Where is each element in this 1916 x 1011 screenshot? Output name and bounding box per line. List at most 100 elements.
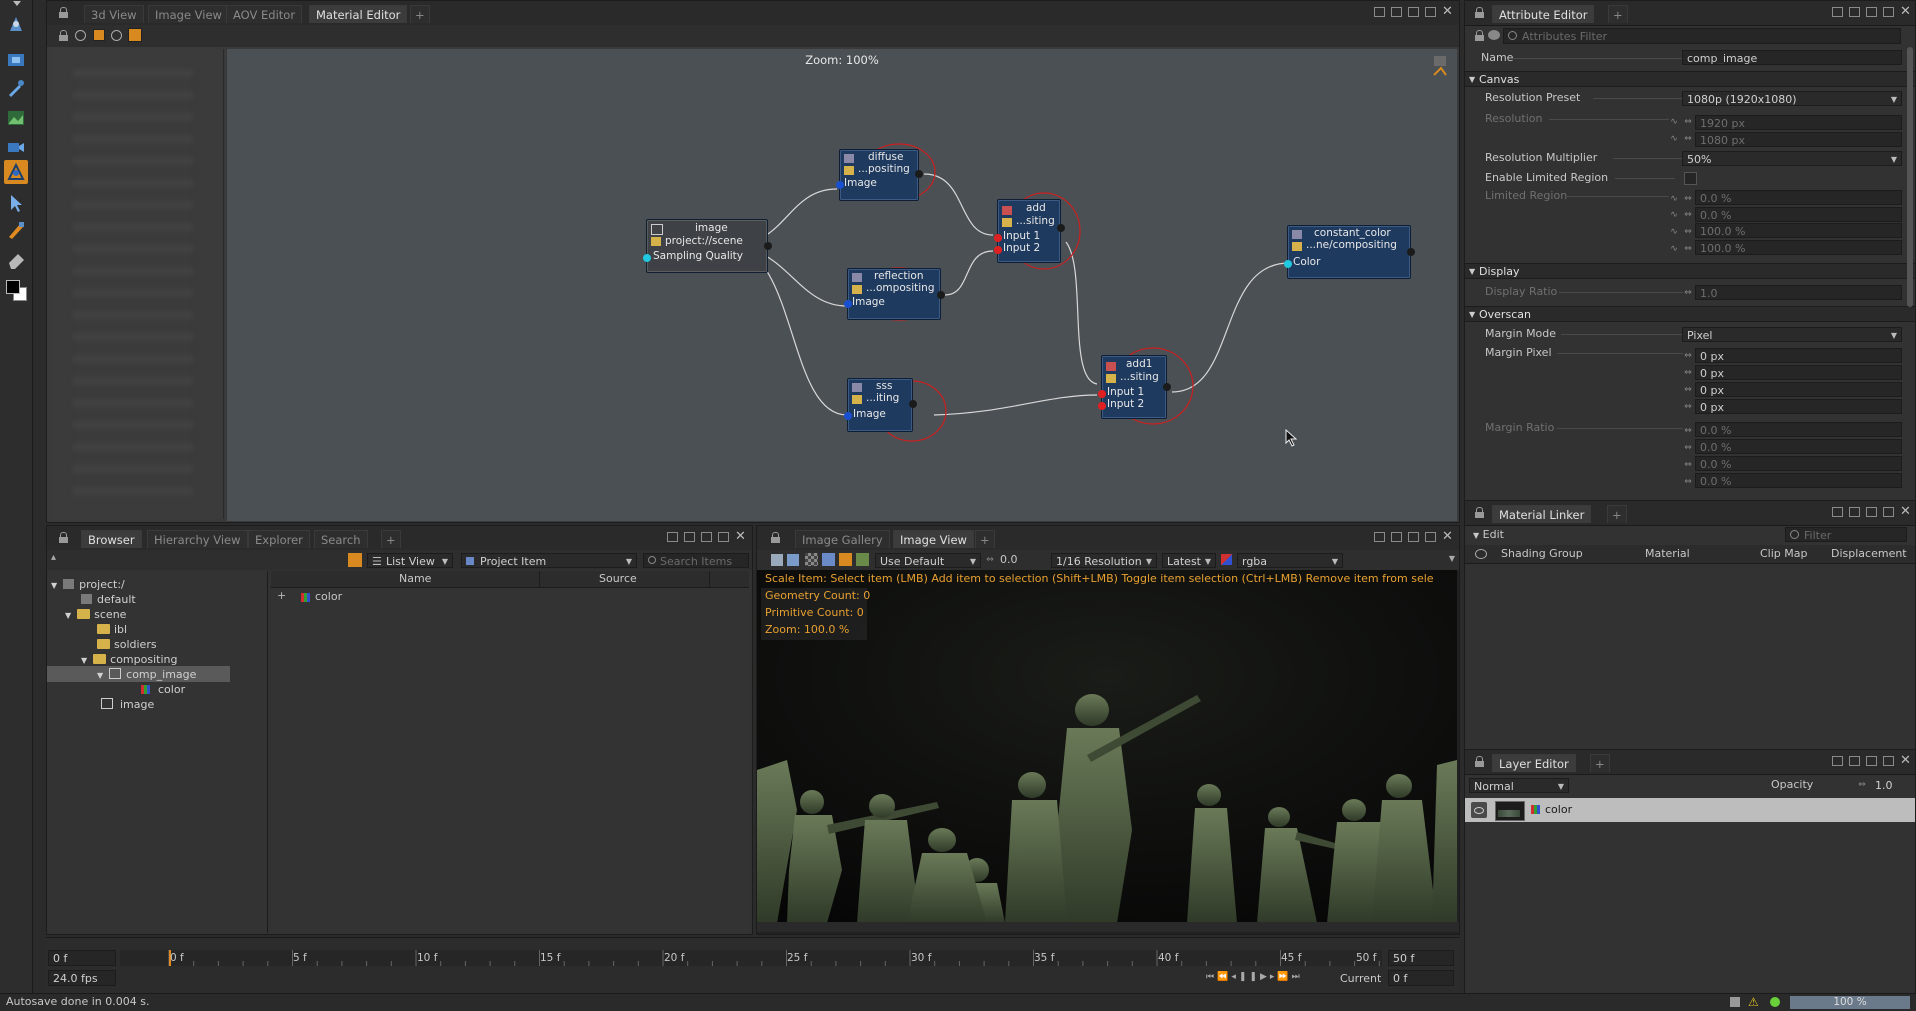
margin-ratio-field[interactable]: 0.0 % [1695,439,1902,454]
link-icon[interactable]: ⇔ [1683,426,1693,436]
add-tab-button[interactable]: + [381,530,401,548]
color-picker-icon[interactable] [6,78,26,98]
output-port[interactable] [643,254,651,262]
expand-arrow-icon[interactable]: ▼ [65,611,71,620]
maximize-icon[interactable] [1425,7,1436,17]
maximize-icon[interactable] [1425,532,1436,542]
tab-3d-view[interactable]: 3d View [84,5,144,23]
select-arrow-icon[interactable] [6,193,26,213]
column-source[interactable]: Source [599,572,637,585]
tab-layer-editor[interactable]: Layer Editor [1492,754,1576,772]
layer-row[interactable]: color [1465,798,1915,822]
first-frame-icon[interactable]: ⏮ [1206,972,1217,982]
expand-plus-icon[interactable]: + [277,589,286,602]
timeline-ruler[interactable]: 0 f 5 f 10 f 15 f 20 f 25 f 30 f 35 f 40… [120,950,1382,966]
node-diffuse[interactable]: diffuse ...positing Image [836,149,923,201]
tree-item-scene[interactable]: ▼ scene [65,607,126,622]
input-port[interactable] [1284,260,1292,268]
start-frame-field[interactable]: 0 f [48,950,116,966]
play-icon[interactable]: ▶ [1260,972,1270,982]
section-overscan[interactable]: ▼ Overscan [1465,306,1915,322]
tree-item-compositing[interactable]: ▼ compositing [81,652,177,667]
layout-icon[interactable] [1374,532,1385,542]
output-port[interactable] [1163,383,1171,391]
link-icon[interactable]: ⇔ [1683,134,1693,144]
visibility-icon[interactable] [1471,802,1487,818]
output-port[interactable] [915,170,923,178]
tab-explorer[interactable]: Explorer [248,530,310,548]
link-icon[interactable]: ⇔ [1683,117,1693,127]
link-icon[interactable]: ⇔ [1683,227,1693,237]
current-frame-field[interactable]: 0 f [1388,970,1454,986]
margin-ratio-field[interactable]: 0.0 % [1695,422,1902,437]
layout-icon[interactable] [684,532,695,542]
tab-browser[interactable]: Browser [81,530,142,548]
limited-region-field[interactable]: 100.0 % [1695,240,1902,255]
link-icon[interactable]: ⇔ [1683,368,1693,378]
expand-arrow-icon[interactable]: ▼ [97,671,103,680]
end-frame-field[interactable]: 50 f [1388,950,1454,966]
curve-icon[interactable]: ∿ [1669,227,1679,237]
maximize-icon[interactable] [718,532,729,542]
output-port[interactable] [937,291,945,299]
link-icon[interactable]: ⇔ [1683,385,1693,395]
curve-icon[interactable]: ∿ [1669,194,1679,204]
layout-icon[interactable] [1408,7,1419,17]
output-port[interactable] [764,242,772,250]
close-icon[interactable]: ✕ [1900,5,1911,18]
margin-pixel-field[interactable]: 0 px [1695,382,1902,397]
view-mode-dropdown[interactable]: ☰ List View ▼ [367,553,453,568]
column-name[interactable]: Name [399,572,431,585]
maximize-icon[interactable] [1883,7,1894,17]
item-type-dropdown[interactable]: Project Item ▼ [461,553,637,568]
limited-region-field[interactable]: 100.0 % [1695,223,1902,238]
material-linker-filter-input[interactable]: Filter [1785,527,1907,542]
pause-icon[interactable]: ❚❚ [1239,972,1260,982]
lock-icon[interactable] [59,30,68,41]
node-graph-canvas[interactable]: Zoom: 100% image project://scene Samplin… [227,49,1457,521]
tab-material-linker[interactable]: Material Linker [1492,505,1592,523]
column-displacement[interactable]: Displacement [1831,547,1907,560]
save-image-icon[interactable] [771,554,783,566]
last-frame-icon[interactable]: ⏭ [1292,972,1303,982]
warning-icon[interactable]: ⚠ [1748,995,1759,1009]
log-icon[interactable] [1730,997,1740,1007]
input-port[interactable] [836,181,844,189]
tree-item-soldiers[interactable]: soldiers [97,637,157,652]
resolution-dropdown[interactable]: 1/16 Resolution ▼ [1051,553,1157,568]
link-icon[interactable]: ⇔ [1857,780,1867,790]
close-icon[interactable]: ✕ [1442,5,1453,18]
output-port[interactable] [1407,248,1415,256]
link-icon[interactable]: ⇔ [1683,288,1693,298]
add-tab-button[interactable]: + [975,530,995,548]
blend-mode-dropdown[interactable]: Normal ▼ [1469,778,1569,793]
lock-icon[interactable] [1475,30,1484,41]
attributes-filter-input[interactable]: Attributes Filter [1503,28,1901,44]
tree-item-color[interactable]: color [139,682,185,697]
expand-arrow-icon[interactable]: ▼ [81,656,87,665]
curve-icon[interactable]: ∿ [1669,244,1679,254]
tab-search[interactable]: Search [314,530,368,548]
grid-toggle-icon[interactable] [822,553,835,566]
tree-item-image[interactable]: image [101,697,154,712]
sync-icon[interactable] [111,30,122,41]
layout-icon[interactable] [1849,507,1860,517]
lock-icon[interactable] [59,532,68,543]
search-items-input[interactable]: Search Items [643,553,749,568]
link-icon[interactable]: ⇔ [1683,351,1693,361]
link-icon[interactable]: ⇔ [1683,460,1693,470]
mesh-tool-icon[interactable] [4,160,28,184]
input-port[interactable] [994,246,1002,254]
link-icon[interactable]: ⇔ [1683,194,1693,204]
expand-icon[interactable]: ▴ [51,552,56,563]
camera-icon[interactable] [6,137,26,157]
margin-pixel-field[interactable]: 0 px [1695,365,1902,380]
layout-icon[interactable] [1408,532,1419,542]
resolution-height-field[interactable]: 1080 px [1695,132,1902,147]
layout-icon[interactable] [1866,7,1877,17]
input-port[interactable] [994,234,1002,242]
layout-icon[interactable] [1866,756,1877,766]
link-icon[interactable]: ⇔ [1683,477,1693,487]
close-icon[interactable]: ✕ [1442,530,1453,543]
layout-icon[interactable] [1832,507,1843,517]
